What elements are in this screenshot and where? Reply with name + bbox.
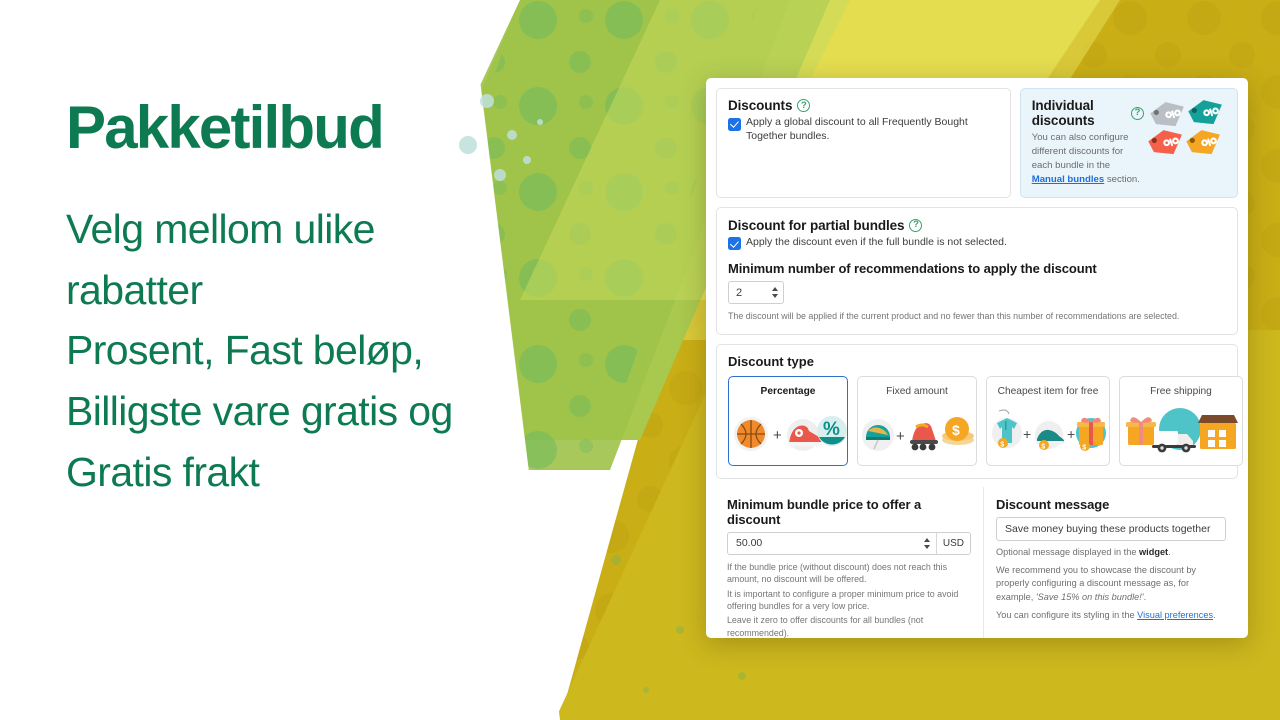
min-recommendations-stepper[interactable] xyxy=(728,281,784,305)
svg-text:+: + xyxy=(1067,426,1075,442)
manual-bundles-link[interactable]: Manual bundles xyxy=(1032,174,1105,185)
min-bundle-price-field[interactable]: USD xyxy=(727,531,971,555)
price-settings-column: Minimum bundle price to offer a discount… xyxy=(716,486,984,638)
svg-text:$: $ xyxy=(1041,443,1045,450)
hoodie-shoe-gift-icon: $ + $ + $ xyxy=(987,397,1109,465)
discount-type-label: Cheapest item for free xyxy=(997,385,1099,397)
svg-text:+: + xyxy=(896,428,905,445)
stepper-up-icon[interactable] xyxy=(772,287,779,292)
global-discount-label: Apply a global discount to all Frequentl… xyxy=(746,116,968,142)
discount-message-value: Save money buying these products togethe… xyxy=(1005,522,1211,535)
discount-type-option-free-shipping[interactable]: Free shipping xyxy=(1119,375,1243,466)
note-1-post: . xyxy=(1168,546,1171,557)
min-recommendations-input[interactable] xyxy=(729,282,772,304)
min-recommendations-hint: The discount will be applied if the curr… xyxy=(728,311,1180,322)
svg-text:$: $ xyxy=(952,422,960,438)
stepper-arrows[interactable] xyxy=(922,533,936,554)
promo-line-2: rabatter xyxy=(66,266,203,313)
discount-message-field[interactable]: Save money buying these products togethe… xyxy=(996,516,1226,541)
svg-text:+: + xyxy=(1023,426,1031,442)
discount-message-note-2: We recommend you to showcase the discoun… xyxy=(996,564,1226,604)
discount-type-options: Percentage + % Fixed amount + $ Cheapest… xyxy=(728,375,1243,466)
promo-line-1: Velg mellom ulike xyxy=(66,206,375,252)
individual-discounts-text: You can also configure different discoun… xyxy=(1032,131,1144,187)
page-title: Pakketilbud xyxy=(66,94,385,161)
svg-text:$: $ xyxy=(1000,441,1004,448)
note-3-pre: You can configure its styling in the xyxy=(996,609,1138,620)
min-bundle-price-hint-3: Leave it zero to offer discounts for all… xyxy=(727,615,924,638)
discount-type-option-percentage[interactable]: Percentage + % xyxy=(728,375,848,466)
basketball-sneaker-percent-icon: + % xyxy=(729,397,847,465)
individual-text-before: You can also configure different discoun… xyxy=(1031,132,1129,171)
app-screenshot-card: Discounts ? Apply a global discount to a… xyxy=(706,78,1248,638)
min-bundle-price-input[interactable] xyxy=(728,532,922,554)
discount-type-label: Fixed amount xyxy=(886,385,948,397)
partial-bundles-heading-label: Discount for partial bundles xyxy=(728,217,905,233)
note-3-post: . xyxy=(1213,609,1216,620)
currency-suffix: USD xyxy=(935,532,970,554)
individual-discounts-panel: Individual discounts ? You can also conf… xyxy=(1019,88,1238,198)
promo-block: Pakketilbud Velg mellom ulike rabatter P… xyxy=(66,96,646,502)
partial-bundles-panel: Discount for partial bundles ? Apply the… xyxy=(716,206,1238,335)
individual-discounts-heading: Individual discounts ? xyxy=(1032,98,1144,128)
min-bundle-price-hint-1: If the bundle price (without discount) d… xyxy=(727,561,948,585)
stepper-arrows[interactable] xyxy=(772,282,783,303)
partial-discount-checkbox-row[interactable]: Apply the discount even if the full bund… xyxy=(728,236,1226,251)
bottom-settings-row: Minimum bundle price to offer a discount… xyxy=(716,486,1238,638)
discount-message-note-1: Optional message displayed in the widget… xyxy=(996,546,1226,559)
question-circle-icon[interactable]: ? xyxy=(797,99,811,112)
partial-discount-label: Apply the discount even if the full bund… xyxy=(746,235,1007,248)
question-circle-icon[interactable]: ? xyxy=(909,218,923,232)
helmet-rollerskate-coins-icon: + $ xyxy=(858,397,976,465)
stepper-up-icon[interactable] xyxy=(923,537,930,542)
discount-applied-message-label: Discount applied message xyxy=(996,637,1158,638)
price-tags-icon xyxy=(1148,100,1222,155)
promo-line-3: Prosent, Fast beløp, xyxy=(66,327,424,374)
note-2-example: 'Save 15% on this bundle!' xyxy=(1035,591,1144,602)
min-bundle-price-label: Minimum bundle price to offer a discount xyxy=(727,496,922,527)
min-recommendations-label: Minimum number of recommendations to app… xyxy=(728,261,1097,277)
stepper-down-icon[interactable] xyxy=(923,544,930,549)
discounts-panel: Discounts ? Apply a global discount to a… xyxy=(716,88,1011,198)
discount-type-title: Discount type xyxy=(728,353,814,369)
promo-line-4: Billigste vare gratis og xyxy=(66,388,453,435)
discounts-row: Discounts ? Apply a global discount to a… xyxy=(716,88,1238,198)
global-discount-checkbox-row[interactable]: Apply a global discount to all Frequentl… xyxy=(728,116,999,144)
question-circle-icon[interactable]: ? xyxy=(1131,106,1144,120)
note-1-bold: widget xyxy=(1139,546,1169,557)
individual-discounts-heading-label: Individual discounts xyxy=(1031,98,1095,128)
partial-bundles-heading: Discount for partial bundles ? xyxy=(728,218,1226,233)
individual-text-after: section. xyxy=(1104,173,1140,185)
discount-message-note-3: You can configure its styling in the Vis… xyxy=(996,609,1226,622)
note-1-pre: Optional message displayed in the xyxy=(996,546,1140,557)
visual-preferences-link[interactable]: Visual preferences xyxy=(1137,610,1213,620)
partial-discount-checkbox[interactable] xyxy=(728,237,741,251)
promo-line-5: Gratis frakt xyxy=(66,448,260,495)
discount-type-option-fixed-amount[interactable]: Fixed amount + $ xyxy=(857,375,977,466)
note-2-post: . xyxy=(1143,591,1147,602)
discount-type-option-cheapest-item-free[interactable]: Cheapest item for free $ + $ + $ xyxy=(986,375,1110,466)
promo-subtitle: Velg mellom ulike rabatter Prosent, Fast… xyxy=(66,199,646,502)
discount-applied-message-heading: Discount applied message ? xyxy=(996,637,1226,638)
discounts-heading: Discounts ? xyxy=(728,98,999,113)
discounts-heading-label: Discounts xyxy=(728,98,793,113)
svg-text:$: $ xyxy=(1082,444,1086,451)
svg-text:+: + xyxy=(773,427,782,444)
global-discount-checkbox[interactable] xyxy=(728,117,741,131)
discount-type-label: Free shipping xyxy=(1150,385,1212,397)
min-bundle-price-hint-2: It is important to configure a proper mi… xyxy=(727,588,959,611)
discount-message-label: Discount message xyxy=(996,496,1110,512)
message-settings-column: Discount message Save money buying these… xyxy=(984,487,1238,638)
svg-text:%: % xyxy=(823,419,840,440)
discount-type-panel: Discount type Percentage + % Fixed amoun… xyxy=(716,343,1243,479)
stepper-down-icon[interactable] xyxy=(772,294,779,299)
discount-type-label: Percentage xyxy=(760,385,816,397)
gift-truck-house-icon xyxy=(1120,397,1242,465)
